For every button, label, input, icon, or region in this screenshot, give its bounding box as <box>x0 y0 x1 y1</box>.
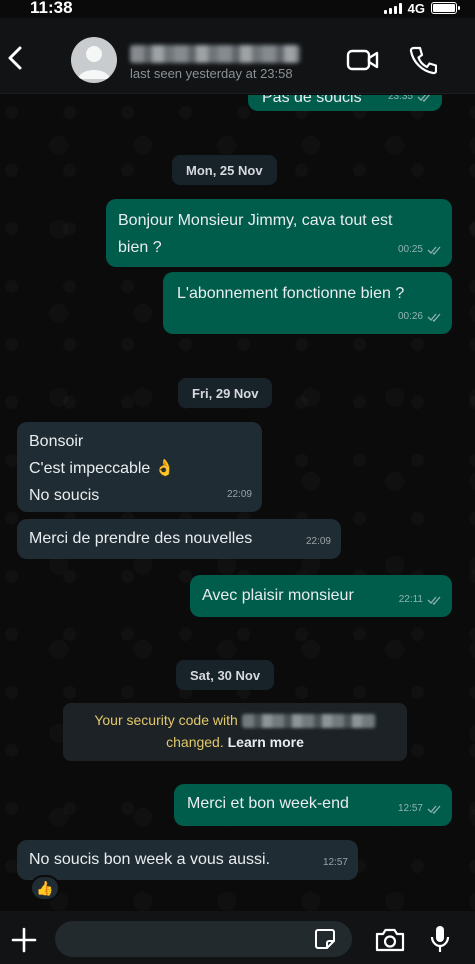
message-bubble-outgoing[interactable]: Avec plaisir monsieur 22:11 <box>190 575 452 617</box>
message-meta: 00:26 <box>398 303 442 330</box>
phone-icon <box>409 46 438 75</box>
network-label: 4G <box>407 0 425 16</box>
message-time: 12:57 <box>322 857 348 868</box>
message-meta: 22:09 <box>306 528 331 555</box>
security-notice-prefix: Your security code with <box>94 712 238 728</box>
signal-icon <box>383 2 402 14</box>
date-separator: Mon, 25 Nov <box>172 155 277 185</box>
security-notice-suffix: changed. <box>166 734 224 750</box>
message-meta: 12:57 <box>398 795 442 822</box>
battery-icon <box>431 2 460 14</box>
message-meta: 22:11 <box>399 586 442 613</box>
security-code-notice[interactable]: Your security code with changed. Learn m… <box>63 703 407 761</box>
message-time: 00:26 <box>397 311 423 322</box>
message-text: Merci de prendre des nouvelles <box>29 530 253 547</box>
attach-button[interactable] <box>10 926 38 954</box>
message-bubble-outgoing[interactable]: Bonjour Monsieur Jimmy, cava tout est bi… <box>106 199 452 267</box>
last-seen-status: last seen yesterday at 23:58 <box>130 66 293 81</box>
date-separator: Fri, 29 Nov <box>178 378 273 408</box>
message-bubble-outgoing[interactable]: Pas de soucis 23:35 <box>248 95 442 111</box>
default-avatar-icon <box>78 46 110 79</box>
message-bubble-incoming[interactable]: Bonsoir C'est impeccable 👌 No soucis 22:… <box>17 422 262 512</box>
plus-icon <box>11 927 37 953</box>
thumbs-up-reaction[interactable]: 👍 <box>30 875 60 901</box>
microphone-icon <box>430 926 450 952</box>
double-tick-icon <box>417 95 430 102</box>
status-indicators: 4G <box>383 0 460 16</box>
message-time: 22:11 <box>398 594 423 605</box>
status-bar: 11:38 4G <box>0 0 475 18</box>
double-tick-icon <box>427 805 441 814</box>
camera-icon <box>375 928 405 952</box>
message-time: 22:09 <box>226 489 252 500</box>
double-tick-icon <box>427 313 441 322</box>
message-bubble-incoming[interactable]: Merci de prendre des nouvelles 22:09 <box>17 519 341 559</box>
learn-more-link[interactable]: Learn more <box>228 734 304 750</box>
message-bubble-incoming[interactable]: No soucis bon week a vous aussi. 12:57 <box>17 840 358 880</box>
date-separator: Sat, 30 Nov <box>176 660 275 690</box>
voice-call-button[interactable] <box>409 45 438 75</box>
microphone-button[interactable] <box>430 924 450 954</box>
status-time: 11:38 <box>30 0 73 17</box>
sticker-icon <box>315 929 335 949</box>
message-time: 22:09 <box>305 536 331 547</box>
message-time: 12:57 <box>397 803 423 814</box>
message-text: No soucis bon week a vous aussi. <box>29 851 271 868</box>
message-text: Bonsoir C'est impeccable 👌 No soucis <box>29 433 175 504</box>
camera-button[interactable] <box>374 927 406 953</box>
message-text: Bonjour Monsieur Jimmy, cava tout est bi… <box>118 212 393 256</box>
message-time: 00:25 <box>397 244 423 255</box>
back-arrow-icon <box>8 46 22 70</box>
double-tick-icon <box>427 246 441 255</box>
message-list[interactable]: Pas de soucis 23:35 Mon, 25 Nov Bonjour … <box>0 95 475 911</box>
contact-name-redacted[interactable] <box>130 45 300 63</box>
message-meta: 22:09 <box>227 481 252 508</box>
message-bubble-outgoing[interactable]: Merci et bon week-end 12:57 <box>174 784 452 826</box>
double-tick-icon <box>427 596 441 605</box>
message-meta: 23:35 <box>388 95 432 110</box>
message-meta: 00:25 <box>398 236 442 263</box>
video-call-icon <box>346 49 379 71</box>
video-call-button[interactable] <box>346 48 380 72</box>
message-meta: 12:57 <box>323 849 348 876</box>
message-time: 23:35 <box>387 95 413 102</box>
message-input[interactable] <box>55 921 352 957</box>
redacted-contact <box>241 714 376 729</box>
back-button[interactable] <box>2 38 28 78</box>
chat-header: last seen yesterday at 23:58 <box>0 18 475 94</box>
avatar[interactable] <box>71 37 117 83</box>
message-bubble-outgoing[interactable]: L'abonnement fonctionne bien ? 00:26 <box>163 272 452 334</box>
sticker-button[interactable] <box>314 928 336 950</box>
composer-bar <box>0 911 475 964</box>
